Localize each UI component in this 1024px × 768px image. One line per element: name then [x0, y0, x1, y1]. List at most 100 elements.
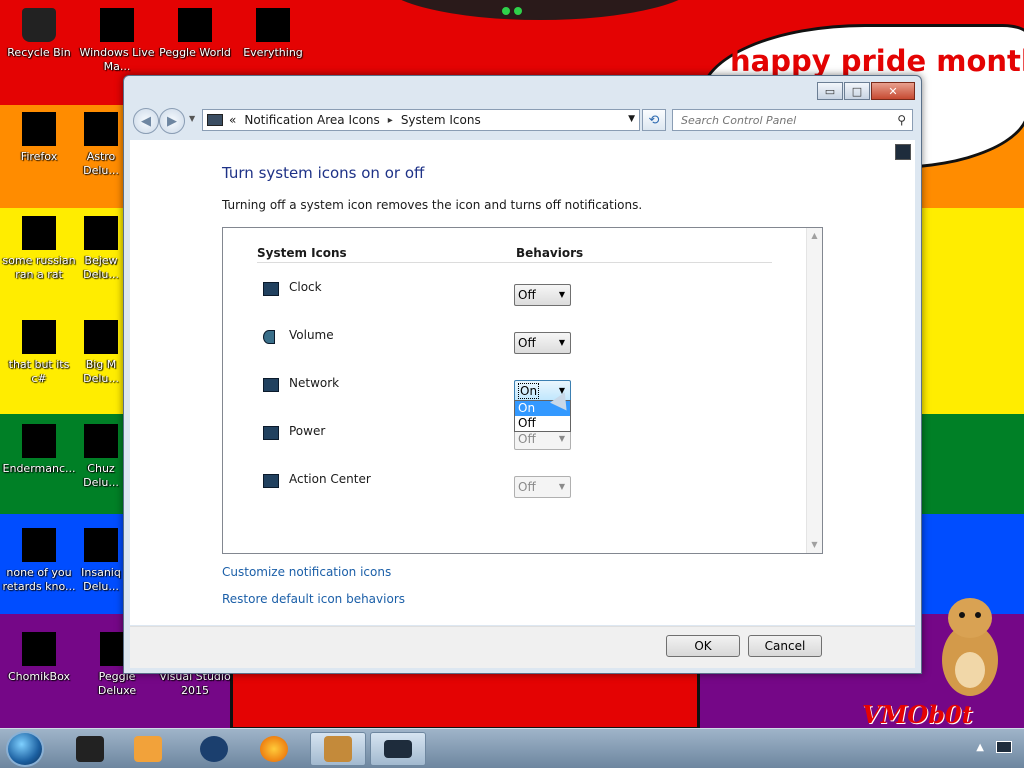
desktop-icon-label: Everything — [243, 46, 303, 59]
app-icon — [256, 8, 290, 42]
desktop-icon-label: Big M Delu... — [83, 358, 119, 385]
desktop-icon-recycle-bin[interactable]: Recycle Bin — [0, 8, 78, 60]
action-center-behavior-select: Off ▼ — [514, 476, 571, 498]
network-tray-icon[interactable] — [996, 741, 1012, 753]
customize-notification-icons-link[interactable]: Customize notification icons — [222, 565, 391, 579]
taskbar-item-firefox[interactable] — [246, 732, 302, 766]
globe-icon — [200, 736, 228, 762]
page-description: Turning off a system icon removes the ic… — [222, 198, 643, 212]
volume-behavior-select[interactable]: Off ▼ — [514, 332, 571, 354]
desktop-icon-peggle-world[interactable]: Peggle World — [156, 8, 234, 60]
chevron-down-icon: ▼ — [558, 338, 565, 347]
app-icon — [84, 424, 118, 458]
search-icon[interactable]: ⚲ — [897, 113, 906, 127]
scroll-up-icon[interactable]: ▲ — [807, 228, 822, 244]
desktop-icon-label: Astro Delu... — [83, 150, 119, 177]
desktop-icon-big-money[interactable]: Big M Delu... — [78, 320, 124, 386]
desktop-icon-windows-live[interactable]: Windows Live Ma... — [78, 8, 156, 74]
column-header-system-icons: System Icons — [257, 246, 347, 260]
app-icon — [178, 8, 212, 42]
desktop-icon-label: Insaniq Delu... — [81, 566, 121, 593]
refresh-button[interactable]: ⟲ — [642, 109, 666, 131]
system-icon-label: Network — [289, 376, 340, 390]
taskbar-item-media-player[interactable] — [120, 732, 176, 766]
window-titlebar[interactable]: ▭ □ ✕ — [124, 76, 921, 106]
breadcrumb[interactable]: « Notification Area Icons ▸ System Icons… — [202, 109, 640, 131]
desktop-icon-everything[interactable]: Everything — [234, 8, 312, 60]
action-center-icon — [263, 474, 279, 488]
close-button[interactable]: ✕ — [871, 82, 915, 100]
taskbar: ▲ — [0, 728, 1024, 768]
system-icon-label: Action Center — [289, 472, 371, 486]
desktop-icon-label: Windows Live Ma... — [79, 46, 155, 73]
system-icon-label: Volume — [289, 328, 334, 342]
control-panel-icon — [384, 740, 412, 758]
forward-arrow-icon: ▶ — [167, 113, 177, 129]
back-button[interactable]: ◀ — [133, 108, 159, 134]
system-icons-list: System Icons Behaviors Clock Off ▼ Volum… — [222, 227, 823, 554]
dialog-footer: OK Cancel — [130, 626, 915, 668]
firefox-icon — [22, 112, 56, 146]
desktop-icon-label: some russian ran a rat — [2, 254, 76, 281]
desktop-icon-label: that but its c# — [8, 358, 70, 385]
desktop-icon-bejeweled[interactable]: Bejew Delu... — [78, 216, 124, 282]
taskbar-item-globe[interactable] — [186, 732, 242, 766]
address-dropdown-icon[interactable]: ▼ — [628, 114, 635, 124]
dropdown-option-off[interactable]: Off — [515, 416, 570, 431]
recent-pages-dropdown[interactable]: ▼ — [189, 114, 195, 123]
page-title: Turn system icons on or off — [222, 164, 425, 182]
desktop-icon-label: ChomikBox — [8, 670, 70, 683]
scroll-down-icon[interactable]: ▼ — [807, 537, 822, 553]
eyes-icon — [502, 7, 522, 15]
select-value: On — [518, 383, 540, 399]
recycle-bin-icon — [22, 8, 56, 42]
select-value: Off — [518, 288, 536, 302]
select-value: Off — [518, 336, 536, 350]
desktop-icon-russian-rat[interactable]: some russian ran a rat — [0, 216, 78, 282]
header-divider — [257, 262, 772, 263]
desktop-icon-label: Firefox — [20, 150, 58, 163]
ok-button[interactable]: OK — [666, 635, 740, 657]
dark-app-icon — [76, 736, 104, 762]
breadcrumb-separator[interactable]: ▸ — [388, 115, 393, 126]
restore-default-behaviors-link[interactable]: Restore default icon behaviors — [222, 592, 405, 606]
breadcrumb-item-system-icons[interactable]: System Icons — [401, 113, 481, 127]
app-icon — [84, 112, 118, 146]
chevron-down-icon: ▼ — [558, 290, 565, 299]
desktop-icon-none-of-you[interactable]: none of you retards kno... — [0, 528, 78, 594]
taskbar-item-dark-app[interactable] — [62, 732, 118, 766]
desktop-icon-astro[interactable]: Astro Delu... — [78, 112, 124, 178]
hamster-icon — [942, 598, 998, 696]
select-value: Off — [518, 432, 536, 446]
breadcrumb-item-notification-area[interactable]: Notification Area Icons — [244, 113, 379, 127]
desktop-icon-label: Bejew Delu... — [83, 254, 119, 281]
taskbar-item-chomikbox[interactable] — [310, 732, 366, 766]
desktop-icon-chuzzle[interactable]: Chuz Delu... — [78, 424, 124, 490]
help-icon[interactable] — [895, 144, 911, 160]
show-hidden-icons-icon[interactable]: ▲ — [976, 742, 984, 753]
list-scrollbar[interactable]: ▲ ▼ — [806, 228, 822, 553]
search-input[interactable] — [681, 113, 881, 127]
forward-button[interactable]: ▶ — [159, 108, 185, 134]
chevron-down-icon: ▼ — [558, 434, 565, 443]
desktop-icon-endermanch[interactable]: Endermanc... — [0, 424, 78, 476]
desktop-icon-chomikbox[interactable]: ChomikBox — [0, 632, 78, 684]
taskbar-item-control-panel[interactable] — [370, 732, 426, 766]
start-button[interactable] — [6, 731, 44, 767]
search-box: ⚲ — [672, 109, 913, 131]
desktop-icon-insaniquarium[interactable]: Insaniq Delu... — [78, 528, 124, 594]
system-icon-label: Power — [289, 424, 326, 438]
maximize-button[interactable]: □ — [844, 82, 870, 100]
cancel-button[interactable]: Cancel — [748, 635, 822, 657]
desktop-icon-label: Visual Studio 2015 — [159, 670, 231, 697]
desktop-icon-that-but-csharp[interactable]: that but its c# — [0, 320, 78, 386]
clock-behavior-select[interactable]: Off ▼ — [514, 284, 571, 306]
chomikbox-icon — [324, 736, 352, 762]
brand-watermark: VMOb0t — [862, 700, 973, 729]
minimize-button[interactable]: ▭ — [817, 82, 843, 100]
breadcrumb-overflow[interactable]: « — [229, 113, 236, 127]
system-icon-row-network: Network On ▼ — [261, 374, 781, 402]
volume-icon — [263, 330, 275, 344]
desktop-icon-firefox[interactable]: Firefox — [0, 112, 78, 164]
system-icon-row-volume: Volume Off ▼ — [261, 326, 781, 354]
